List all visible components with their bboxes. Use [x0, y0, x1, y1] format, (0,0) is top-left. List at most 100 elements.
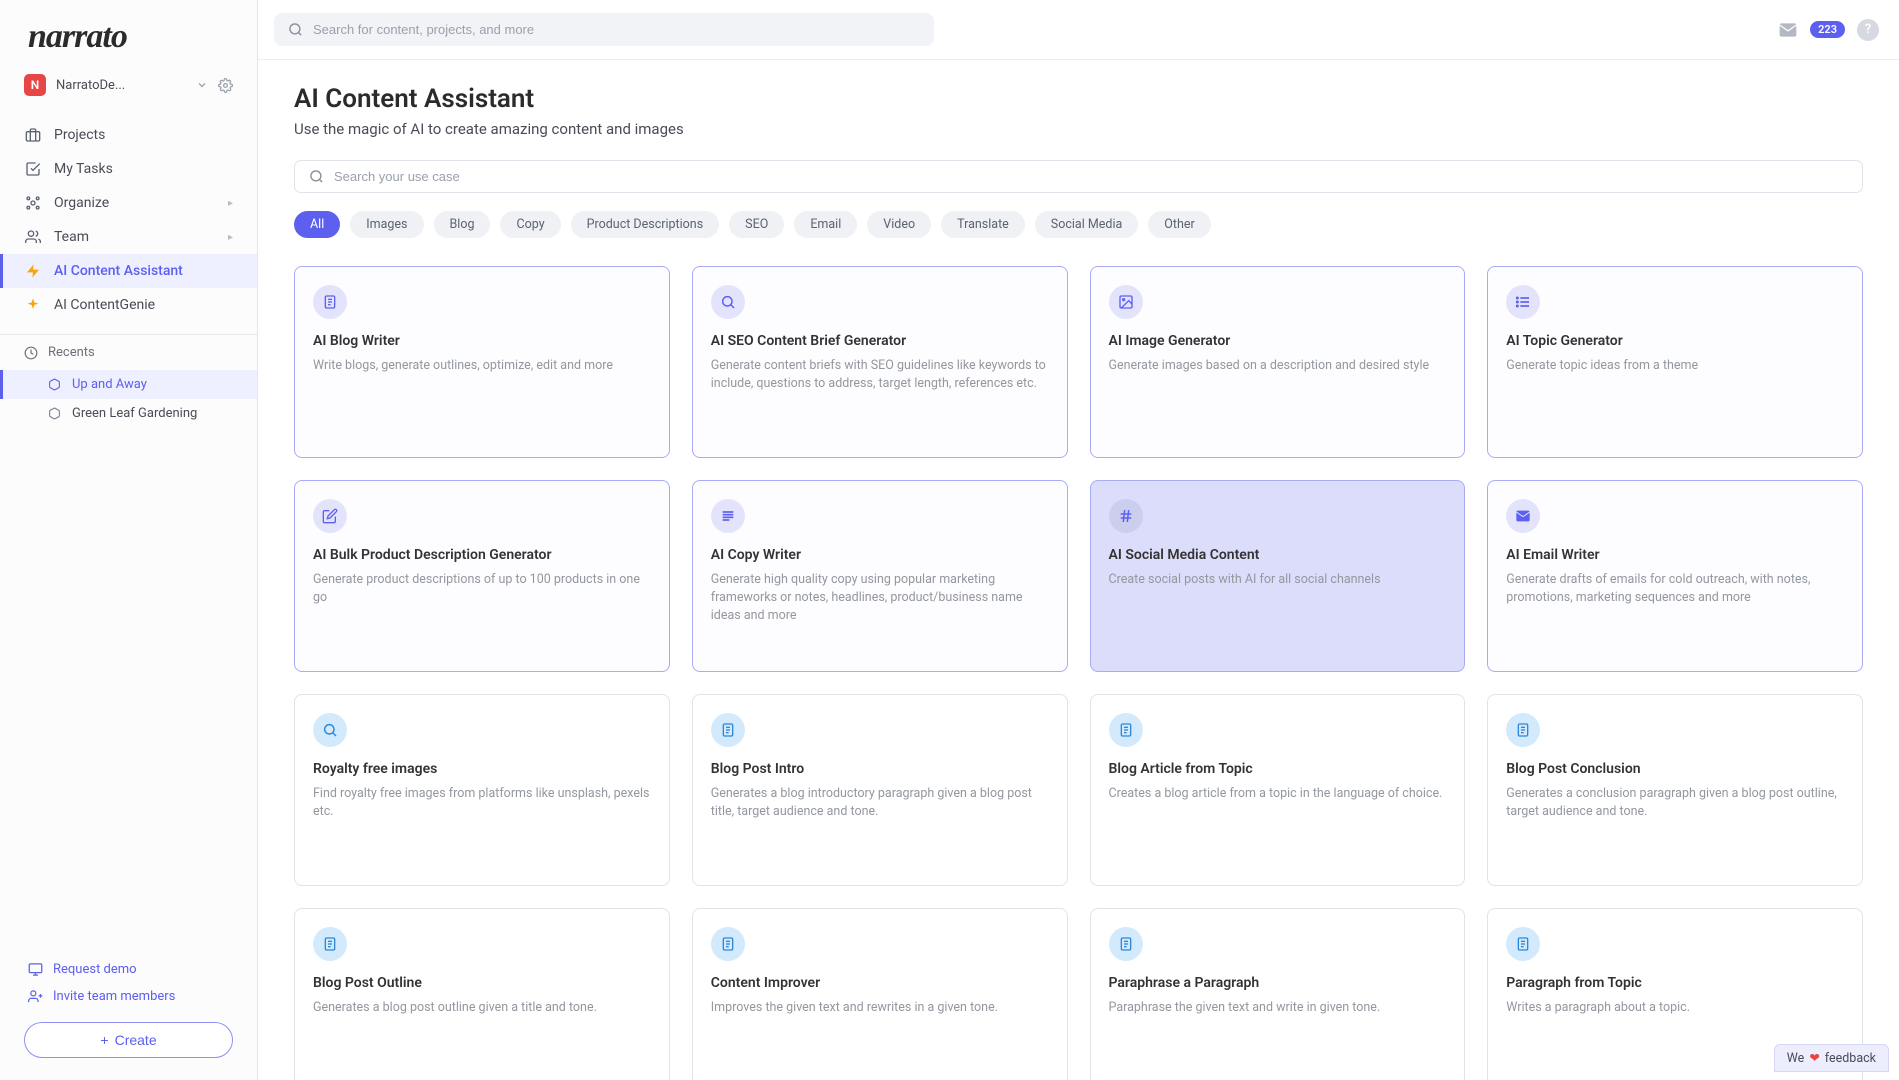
recent-item[interactable]: Up and Away: [0, 370, 257, 399]
rocket-icon: [24, 297, 42, 313]
recent-label: Up and Away: [72, 377, 147, 392]
plus-icon: +: [100, 1032, 108, 1048]
filter-chip[interactable]: Email: [794, 211, 857, 238]
nav-organize[interactable]: Organize ▸: [0, 186, 257, 220]
lines-icon: [711, 499, 745, 533]
filter-chip[interactable]: SEO: [729, 211, 784, 238]
filter-chip[interactable]: Copy: [500, 211, 560, 238]
card-title: AI Image Generator: [1109, 333, 1447, 349]
nav-label: AI Content Assistant: [54, 263, 183, 279]
card-title: Blog Post Intro: [711, 761, 1049, 777]
filter-chip[interactable]: Other: [1148, 211, 1210, 238]
nav-team[interactable]: Team ▸: [0, 220, 257, 254]
filter-chip[interactable]: Translate: [941, 211, 1025, 238]
usecase-card[interactable]: AI Social Media Content Create social po…: [1090, 480, 1466, 672]
card-title: Blog Article from Topic: [1109, 761, 1447, 777]
doc-icon: [313, 285, 347, 319]
card-description: Find royalty free images from platforms …: [313, 785, 651, 821]
card-title: Content Improver: [711, 975, 1049, 991]
invite-team-link[interactable]: Invite team members: [24, 983, 233, 1010]
chevron-down-icon: [196, 79, 208, 91]
nav-label: Organize: [54, 195, 109, 211]
briefcase-icon: [24, 127, 42, 143]
feedback-prefix: We: [1787, 1051, 1805, 1066]
usecase-card[interactable]: Blog Article from Topic Creates a blog a…: [1090, 694, 1466, 886]
global-search-input[interactable]: [313, 22, 920, 37]
usecase-card[interactable]: Paraphrase a Paragraph Paraphrase the gi…: [1090, 908, 1466, 1080]
request-demo-link[interactable]: Request demo: [24, 956, 233, 983]
feedback-tab[interactable]: We ❤ feedback: [1774, 1044, 1889, 1072]
recent-label: Green Leaf Gardening: [72, 406, 197, 421]
search-icon: [313, 713, 347, 747]
filter-chip[interactable]: Blog: [434, 211, 491, 238]
card-description: Generates a blog introductory paragraph …: [711, 785, 1049, 821]
card-description: Improves the given text and rewrites in …: [711, 999, 1049, 1017]
card-description: Writes a paragraph about a topic.: [1506, 999, 1844, 1017]
image-icon: [1109, 285, 1143, 319]
filter-chip[interactable]: Video: [867, 211, 931, 238]
usecase-card[interactable]: AI Image Generator Generate images based…: [1090, 266, 1466, 458]
nav-ai-contentgenie[interactable]: AI ContentGenie: [0, 288, 257, 322]
list-icon: [1506, 285, 1540, 319]
filter-chip[interactable]: Product Descriptions: [571, 211, 720, 238]
usecase-card[interactable]: AI Bulk Product Description Generator Ge…: [294, 480, 670, 672]
filter-chip[interactable]: Social Media: [1035, 211, 1139, 238]
card-title: Blog Post Outline: [313, 975, 651, 991]
recent-item[interactable]: Green Leaf Gardening: [0, 399, 257, 428]
user-plus-icon: [28, 989, 43, 1004]
org-badge: N: [24, 74, 46, 96]
usecase-card[interactable]: Content Improver Improves the given text…: [692, 908, 1068, 1080]
nav-label: Projects: [54, 127, 105, 143]
card-title: AI Blog Writer: [313, 333, 651, 349]
global-search[interactable]: [274, 13, 934, 46]
nav-mytasks[interactable]: My Tasks: [0, 152, 257, 186]
logo-area: narrato: [0, 0, 257, 66]
usecase-card[interactable]: AI Topic Generator Generate topic ideas …: [1487, 266, 1863, 458]
doc-icon: [1109, 713, 1143, 747]
clock-icon: [24, 346, 38, 360]
card-title: AI Email Writer: [1506, 547, 1844, 563]
doc-icon: [711, 927, 745, 961]
usecase-card[interactable]: Blog Post Outline Generates a blog post …: [294, 908, 670, 1080]
search-icon: [309, 169, 324, 184]
page-title: AI Content Assistant: [294, 84, 1863, 114]
nav-label: Team: [54, 229, 89, 245]
usecase-card[interactable]: AI SEO Content Brief Generator Generate …: [692, 266, 1068, 458]
mail-icon[interactable]: [1778, 20, 1798, 40]
main-area: 223 ? AI Content Assistant Use the magic…: [258, 0, 1899, 1080]
card-description: Generate high quality copy using popular…: [711, 571, 1049, 625]
card-description: Generates a blog post outline given a ti…: [313, 999, 651, 1017]
filter-chip[interactable]: All: [294, 211, 340, 238]
cards-grid: AI Blog Writer Write blogs, generate out…: [294, 266, 1863, 1080]
usecase-search[interactable]: [294, 160, 1863, 193]
nav-projects[interactable]: Projects: [0, 118, 257, 152]
help-icon[interactable]: ?: [1857, 19, 1879, 41]
recents-label: Recents: [48, 345, 95, 360]
nav-label: AI ContentGenie: [54, 297, 155, 313]
card-title: AI Copy Writer: [711, 547, 1049, 563]
chevron-right-icon: ▸: [228, 232, 233, 243]
usecase-card[interactable]: AI Email Writer Generate drafts of email…: [1487, 480, 1863, 672]
search-icon: [711, 285, 745, 319]
usecase-card[interactable]: AI Copy Writer Generate high quality cop…: [692, 480, 1068, 672]
filter-chip[interactable]: Images: [350, 211, 423, 238]
usecase-card[interactable]: AI Blog Writer Write blogs, generate out…: [294, 266, 670, 458]
footer-link-label: Request demo: [53, 962, 137, 977]
usecase-card[interactable]: Blog Post Intro Generates a blog introdu…: [692, 694, 1068, 886]
card-title: Paragraph from Topic: [1506, 975, 1844, 991]
create-button[interactable]: + Create: [24, 1022, 233, 1058]
edit-icon: [313, 499, 347, 533]
usecase-card[interactable]: Royalty free images Find royalty free im…: [294, 694, 670, 886]
nav-ai-content-assistant[interactable]: AI Content Assistant: [0, 254, 257, 288]
footer-link-label: Invite team members: [53, 989, 175, 1004]
org-selector[interactable]: N NarratoDe...: [0, 66, 257, 110]
hash-icon: [1109, 499, 1143, 533]
content: AI Content Assistant Use the magic of AI…: [258, 60, 1899, 1080]
card-description: Generates a conclusion paragraph given a…: [1506, 785, 1844, 821]
gear-icon[interactable]: [218, 78, 233, 93]
doc-icon: [1109, 927, 1143, 961]
cube-icon: [46, 407, 62, 420]
notification-badge[interactable]: 223: [1810, 21, 1845, 38]
usecase-search-input[interactable]: [334, 169, 1848, 184]
usecase-card[interactable]: Blog Post Conclusion Generates a conclus…: [1487, 694, 1863, 886]
